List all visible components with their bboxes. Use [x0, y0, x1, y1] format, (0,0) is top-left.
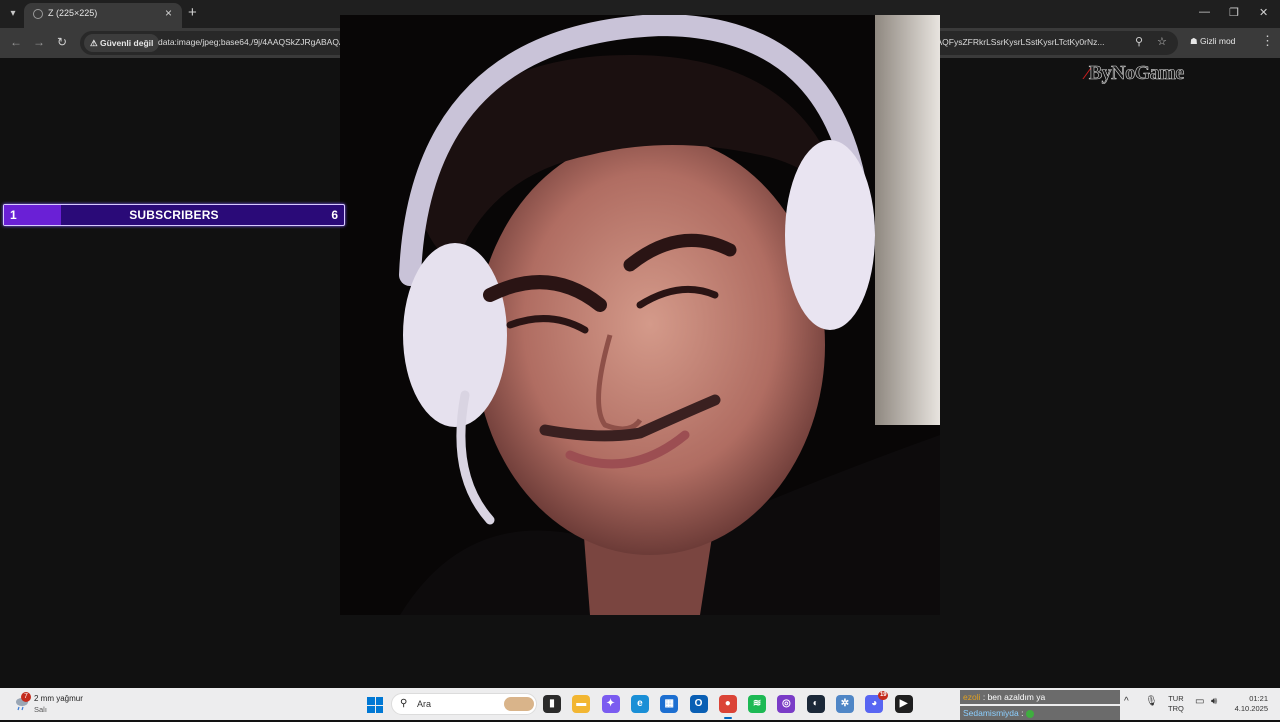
- system-clock[interactable]: 01:21 4.10.2025: [1228, 694, 1268, 714]
- search-icon: ⚲: [400, 698, 408, 709]
- subscriber-goal-bar: 1 SUBSCRIBERS 6: [3, 204, 345, 226]
- new-tab-button[interactable]: +: [188, 4, 197, 21]
- search-placeholder: Ara: [417, 699, 432, 709]
- folder-app-icon[interactable]: ▬: [572, 695, 591, 713]
- weather-notification-badge: 7: [21, 692, 31, 702]
- subscriber-goal-count: 6: [331, 208, 338, 222]
- incognito-indicator[interactable]: ☗ Gizli mod: [1190, 36, 1235, 47]
- chat-message: Sedamismiyda :: [960, 706, 1120, 720]
- weather-day: Salı: [34, 705, 47, 714]
- chat-username: Sedamismiyda: [963, 708, 1019, 718]
- weather-summary[interactable]: 2 mm yağmur: [34, 694, 83, 703]
- clock-time: 01:21: [1249, 694, 1268, 703]
- tab-favicon-icon: [33, 9, 43, 19]
- tab-title: Z (225×225): [48, 8, 98, 18]
- chat-username: ezoli: [963, 692, 981, 702]
- tab-image[interactable]: Z (225×225) ×: [24, 3, 182, 28]
- zoom-icon[interactable]: ⚲: [1135, 35, 1143, 48]
- chrome-app-icon[interactable]: ●: [718, 695, 737, 719]
- language-top: TUR: [1168, 694, 1184, 703]
- store-app-icon[interactable]: ▦: [660, 695, 679, 713]
- chat-text: : ben azaldım ya: [982, 692, 1046, 702]
- outlook-app-icon[interactable]: O: [689, 695, 708, 713]
- chat-emote-icon: [1025, 709, 1034, 718]
- tab-search-icon[interactable]: ▾: [4, 5, 22, 23]
- microphone-icon[interactable]: 🎙︎: [1145, 696, 1158, 707]
- steam-app-icon[interactable]: ◐: [806, 695, 825, 713]
- settings-app-icon[interactable]: ✲: [836, 695, 854, 713]
- bynogame-logo: ⁄ByNoGame: [1086, 62, 1185, 85]
- spotify-app-icon[interactable]: ≋: [748, 695, 767, 713]
- tray-overflow-icon[interactable]: ^: [1124, 696, 1129, 707]
- security-chip[interactable]: ⚠ Güvenli değil: [84, 34, 160, 52]
- chat-text: :: [1021, 708, 1024, 718]
- webcam-face-image: [340, 15, 940, 615]
- subscriber-label: SUBSCRIBERS: [129, 208, 219, 222]
- obs-app-icon[interactable]: ◎: [777, 695, 796, 713]
- file-manager-app-icon[interactable]: ▮: [543, 695, 561, 713]
- discord-app-icon[interactable]: ◕ 19: [865, 691, 889, 713]
- windows-start-icon[interactable]: [367, 697, 383, 713]
- close-window-icon[interactable]: ✕: [1259, 6, 1268, 19]
- minimize-icon[interactable]: —: [1199, 6, 1210, 18]
- incognito-label: Gizli mod: [1199, 36, 1236, 46]
- taskbar-search-box[interactable]: ⚲ Ara: [391, 693, 537, 715]
- security-label: Güvenli değil: [99, 38, 154, 48]
- volume-icon[interactable]: 🔊︎: [1211, 696, 1217, 707]
- media-player-app-icon[interactable]: ▶: [894, 695, 913, 713]
- language-bottom: TRQ: [1168, 704, 1184, 713]
- stream-chat-overlay: ezoli : ben azaldım ya Sedamismiyda :: [960, 690, 1120, 722]
- copilot-app-icon[interactable]: ✦: [601, 695, 620, 713]
- edge-app-icon[interactable]: e: [630, 695, 649, 713]
- star-icon[interactable]: ☆: [1157, 35, 1167, 48]
- back-icon[interactable]: ←: [10, 35, 22, 49]
- kebab-menu-icon[interactable]: ⋮: [1261, 33, 1274, 49]
- search-highlight-icon: [504, 697, 534, 711]
- reload-icon[interactable]: ↻: [57, 35, 67, 49]
- tab-close-icon[interactable]: ×: [165, 6, 172, 20]
- network-icon[interactable]: ▭: [1195, 696, 1204, 707]
- restore-icon[interactable]: ❐: [1229, 6, 1239, 19]
- forward-icon[interactable]: →: [33, 35, 45, 49]
- chat-message: ezoli : ben azaldım ya: [960, 690, 1120, 704]
- app-notification-badge: 19: [878, 691, 889, 700]
- language-indicator[interactable]: TUR TRQ: [1168, 694, 1184, 714]
- clock-date: 4.10.2025: [1234, 704, 1268, 713]
- face-illustration: [340, 15, 940, 615]
